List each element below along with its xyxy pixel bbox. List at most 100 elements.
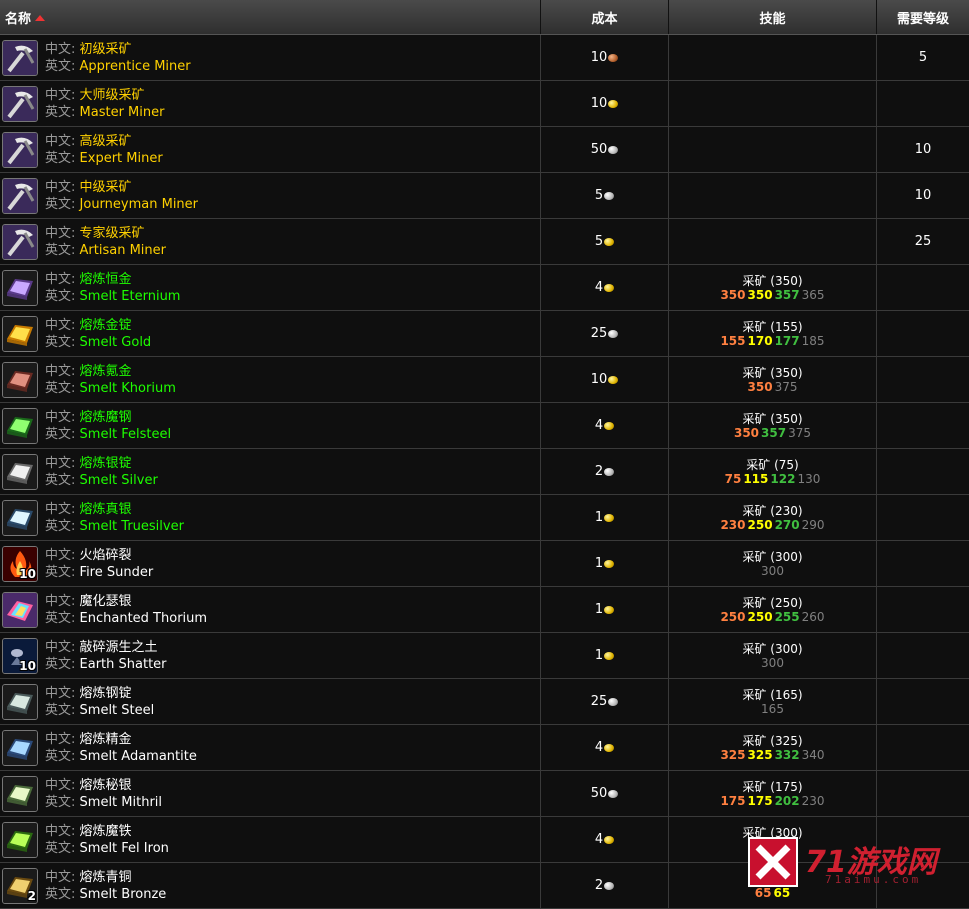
column-header-level[interactable]: 需要等级 [877,0,969,34]
pickaxe-icon[interactable] [2,177,38,214]
skill-cell [669,35,877,80]
table-row[interactable]: 中文: 熔炼钢锭 英文: Smelt Steel 25 采矿 (165) 165 [0,679,969,725]
name-english-link[interactable]: Smelt Gold [80,335,152,350]
name-chinese-link[interactable]: 熔炼真银 [80,502,132,517]
skill-name: 采矿 (230) [742,503,803,518]
name-english-link[interactable]: Fire Sunder [80,565,154,580]
table-row[interactable]: 中文: 熔炼秘银 英文: Smelt Mithril 50 采矿 (175) 1… [0,771,969,817]
name-english-link[interactable]: Smelt Mithril [80,795,163,810]
earth-shatter-icon[interactable]: 10 [2,637,38,674]
name-english-link[interactable]: Smelt Khorium [80,381,176,396]
name-chinese-link[interactable]: 熔炼精金 [80,732,132,747]
steel-bar-icon[interactable] [2,683,38,720]
table-row[interactable]: 中文: 初级采矿 英文: Apprentice Miner 10 5 [0,35,969,81]
label-english: 英文: [45,288,76,304]
skill-levels: 350 375 [747,380,799,394]
name-chinese-link[interactable]: 熔炼恒金 [80,272,132,287]
table-row[interactable]: 中文: 熔炼魔钢 英文: Smelt Felsteel 4 采矿 (350) 3… [0,403,969,449]
enchanted-thorium-icon[interactable] [2,591,38,628]
silver-bar-icon[interactable] [2,453,38,490]
name-english-link[interactable]: Smelt Fel Iron [80,841,169,856]
khorium-bar-icon[interactable] [2,361,38,398]
name-chinese-link[interactable]: 敲碎源生之土 [80,640,158,655]
name-chinese-link[interactable]: 高级采矿 [80,134,132,149]
skill-cell: 采矿 (300) 300 [669,541,877,586]
name-english-link[interactable]: Smelt Steel [80,703,155,718]
table-row[interactable]: 中文: 大师级采矿 英文: Master Miner 10 [0,81,969,127]
bronze-bar-icon[interactable]: 2 [2,867,38,904]
adamantite-bar-icon[interactable] [2,729,38,766]
name-english-link[interactable]: Artisan Miner [80,243,166,258]
name-chinese-link[interactable]: 熔炼青铜 [80,870,132,885]
fire-sunder-icon[interactable]: 10 [2,545,38,582]
table-header: 名称 成本 技能 需要等级 [0,0,969,35]
name-chinese-link[interactable]: 熔炼金锭 [80,318,132,333]
table-row[interactable]: 中文: 熔炼恒金 英文: Smelt Eternium 4 采矿 (350) 3… [0,265,969,311]
name-chinese-link[interactable]: 熔炼魔钢 [80,410,132,425]
name-english-link[interactable]: Smelt Adamantite [80,749,197,764]
felsteel-bar-icon[interactable] [2,407,38,444]
required-level-cell [877,725,969,770]
label-chinese: 中文: [45,501,76,517]
table-row[interactable]: 中文: 熔炼金锭 英文: Smelt Gold 25 采矿 (155) 155 1… [0,311,969,357]
name-english-link[interactable]: Earth Shatter [80,657,167,672]
name-chinese-link[interactable]: 大师级采矿 [80,88,145,103]
eternium-bar-icon[interactable] [2,269,38,306]
name-english-link[interactable]: Smelt Truesilver [80,519,184,534]
silver-coin-icon [608,790,619,798]
name-english-link[interactable]: Smelt Eternium [80,289,181,304]
name-chinese-link[interactable]: 专家级采矿 [80,226,145,241]
table-row[interactable]: 中文: 熔炼氪金 英文: Smelt Khorium 10 采矿 (350) 3… [0,357,969,403]
name-chinese-link[interactable]: 初级采矿 [80,42,132,57]
gold-bar-icon[interactable] [2,315,38,352]
table-row[interactable]: 中文: 熔炼真银 英文: Smelt Truesilver 1 采矿 (230)… [0,495,969,541]
required-level-cell [877,311,969,356]
column-header-skill[interactable]: 技能 [669,0,877,34]
name-english-link[interactable]: Apprentice Miner [80,59,191,74]
name-english-link[interactable]: Journeyman Miner [80,197,199,212]
name-text: 中文: 高级采矿 英文: Expert Miner [45,133,163,167]
pickaxe-icon[interactable] [2,131,38,168]
truesilver-bar-icon[interactable] [2,499,38,536]
table-row[interactable]: 中文: 熔炼银锭 英文: Smelt Silver 2 采矿 (75) 75 11… [0,449,969,495]
name-english-link[interactable]: Expert Miner [80,151,163,166]
name-chinese-link[interactable]: 熔炼银锭 [80,456,132,471]
name-chinese-link[interactable]: 熔炼魔铁 [80,824,132,839]
table-row[interactable]: 中文: 魔化瑟银 英文: Enchanted Thorium 1 采矿 (250… [0,587,969,633]
cost-value: 4 [594,280,604,295]
name-english-link[interactable]: Smelt Bronze [80,887,167,902]
name-english-link[interactable]: Smelt Felsteel [80,427,172,442]
pickaxe-icon[interactable] [2,223,38,260]
cost-cell: 4 [541,265,669,310]
name-chinese-link[interactable]: 熔炼钢锭 [80,686,132,701]
name-text: 中文: 熔炼魔钢 英文: Smelt Felsteel [45,409,171,443]
table-row[interactable]: 中文: 熔炼精金 英文: Smelt Adamantite 4 采矿 (325)… [0,725,969,771]
fel-iron-bar-icon[interactable] [2,821,38,858]
label-chinese: 中文: [45,271,76,287]
column-header-cost[interactable]: 成本 [541,0,669,34]
name-english-link[interactable]: Master Miner [80,105,165,120]
name-chinese-link[interactable]: 中级采矿 [80,180,132,195]
table-row[interactable]: 10 中文: 火焰碎裂 英文: Fire Sunder 1 采矿 (300) 3… [0,541,969,587]
silver-coin-icon [604,468,615,476]
column-header-name[interactable]: 名称 [0,0,541,34]
silver-coin-icon [608,698,619,706]
skill-level-gy: 290 [801,517,825,532]
table-body: 中文: 初级采矿 英文: Apprentice Miner 10 5 中文: 大… [0,35,969,909]
skill-level-o: 350 [720,287,746,302]
mithril-bar-icon[interactable] [2,775,38,812]
table-row[interactable]: 中文: 高级采矿 英文: Expert Miner 50 10 [0,127,969,173]
table-row[interactable]: 中文: 中级采矿 英文: Journeyman Miner 5 10 [0,173,969,219]
skill-cell: 采矿 (325) 325 325 332 340 [669,725,877,770]
name-english-link[interactable]: Enchanted Thorium [80,611,208,626]
name-chinese-link[interactable]: 熔炼秘银 [80,778,132,793]
pickaxe-icon[interactable] [2,39,38,76]
pickaxe-icon[interactable] [2,85,38,122]
table-row[interactable]: 10 中文: 敲碎源生之土 英文: Earth Shatter 1 采矿 (30… [0,633,969,679]
name-english-link[interactable]: Smelt Silver [80,473,158,488]
name-chinese-link[interactable]: 熔炼氪金 [80,364,132,379]
table-row[interactable]: 中文: 专家级采矿 英文: Artisan Miner 5 25 [0,219,969,265]
name-chinese-link[interactable]: 魔化瑟银 [80,594,132,609]
name-chinese-link[interactable]: 火焰碎裂 [80,548,132,563]
skill-cell: 采矿 (230) 230 250 270 290 [669,495,877,540]
